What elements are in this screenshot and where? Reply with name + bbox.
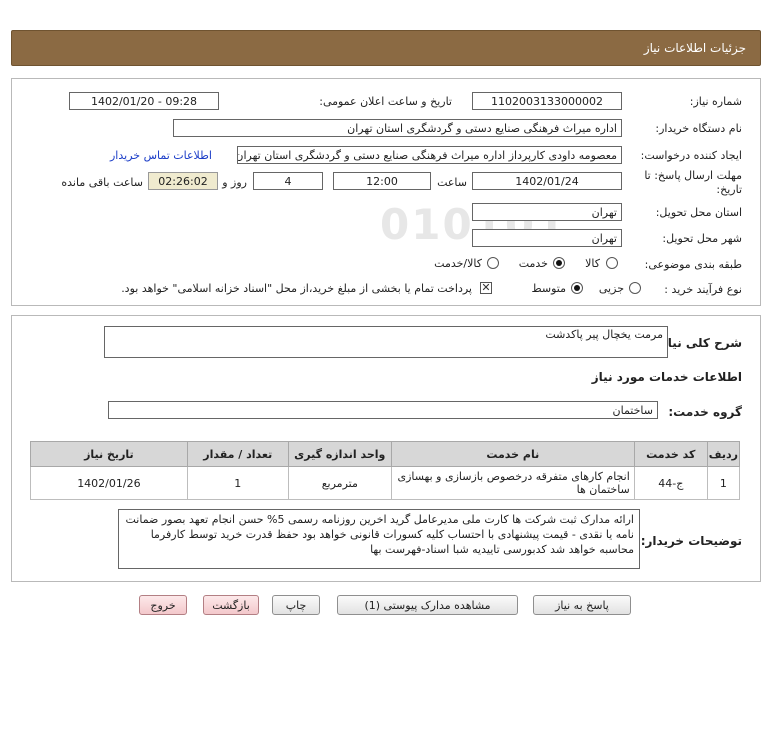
days-field: 4 [253,172,323,190]
purchase-minor-label: جزیی [598,282,624,295]
service-code: ج-44 [633,466,708,500]
deadline-date-field: 1402/01/24 [472,172,622,190]
category-goods-service-label: کالا/خدمت [434,257,482,270]
services-table-header: ردیف کد خدمت نام خدمت واحد اندازه گیری ت… [30,441,741,467]
buyer-org-field: اداره میراث فرهنگی صنایع دستی و گردشگری … [173,119,622,137]
table-row: 1 ج-44 انجام کارهای متفرقه درخصوص بازساز… [30,466,741,500]
services-table: ردیف کد خدمت نام خدمت واحد اندازه گیری ت… [30,441,741,500]
summary-field: مرمت یخچال پیر پاکدشت [104,326,668,358]
buyer-contact-link[interactable]: اطلاعات تماس خریدار [110,149,212,162]
deadline-label: مهلت ارسال پاسخ: تا تاریخ: [644,169,742,196]
summary-label: شرح کلی نیاز: [656,336,742,350]
service-qty: 1 [186,466,289,500]
treasury-note: پرداخت تمام یا بخشی از مبلغ خرید،از محل … [121,282,472,295]
category-service-radio[interactable] [553,257,565,269]
deadline-time-label: ساعت [437,176,467,189]
city-label: شهر محل تحویل: [662,232,742,245]
attachments-button[interactable]: مشاهده مدارک پیوستی (1) [337,595,518,615]
page-title: جزئیات اطلاعات نیاز [643,41,746,55]
treasury-checkbox[interactable]: ✕ [480,282,492,294]
deadline-time-field: 12:00 [333,172,431,190]
remaining-label: ساعت باقی مانده [61,176,143,189]
col-unit-header: واحد اندازه گیری [287,441,392,467]
purchase-type-label: نوع فرآیند خرید : [664,283,742,296]
services-section-title: اطلاعات خدمات مورد نیاز [591,370,742,384]
category-service-label: خدمت [518,257,548,270]
category-label: طبقه بندی موضوعی: [644,258,742,271]
service-unit: مترمربع [287,466,392,500]
col-name-header: نام خدمت [390,441,635,467]
category-goods-service-radio[interactable] [487,257,499,269]
page-header: جزئیات اطلاعات نیاز [11,30,761,66]
category-goods-label: کالا [585,257,600,270]
requester-field: معصومه داودی کارپرداز اداره میراث فرهنگی… [237,146,622,164]
col-date-header: تاریخ نیاز [30,441,188,467]
need-number-field: 1102003133000002 [472,92,622,110]
exit-button[interactable]: خروج [139,595,187,615]
buyer-notes-field: ارائه مدارک ثبت شرکت ها کارت ملی مدیرعام… [118,509,640,569]
province-label: استان محل تحویل: [655,206,742,219]
col-code-header: کد خدمت [633,441,708,467]
purchase-medium-label: متوسط [531,282,566,295]
purchase-medium-radio[interactable] [571,282,583,294]
back-button[interactable]: بازگشت [203,595,259,615]
province-field: تهران [472,203,622,221]
buyer-org-label: نام دستگاه خریدار: [655,122,742,135]
service-name: انجام کارهای متفرقه درخصوص بازسازی و بهس… [390,466,635,500]
print-button[interactable]: چاپ [272,595,320,615]
buyer-notes-label: توضیحات خریدار: [640,534,742,548]
service-group-label: گروه خدمت: [668,405,742,419]
city-field: تهران [472,229,622,247]
days-label: روز و [222,176,247,189]
row-number: 1 [706,466,741,500]
remaining-time-field: 02:26:02 [148,172,218,190]
col-qty-header: تعداد / مقدار [186,441,289,467]
col-row-header: ردیف [706,441,741,467]
category-goods-radio[interactable] [606,257,618,269]
service-date: 1402/01/26 [30,466,188,500]
announce-label: تاریخ و ساعت اعلان عمومی: [319,95,452,108]
service-group-field: ساختمان [108,401,658,419]
announce-field: 1402/01/20 - 09:28 [69,92,219,110]
reply-button[interactable]: پاسخ به نیاز [533,595,631,615]
need-number-label: شماره نیاز: [689,95,742,108]
requester-label: ایجاد کننده درخواست: [640,149,742,162]
purchase-minor-radio[interactable] [629,282,641,294]
